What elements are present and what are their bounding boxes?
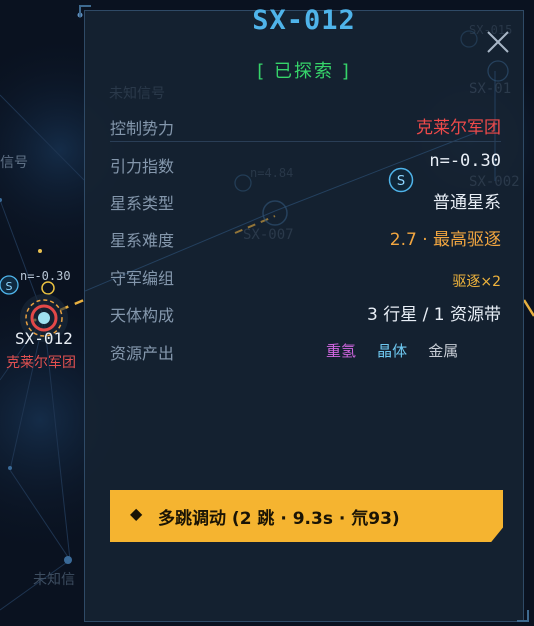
explored-status-badge: [ 已探索 ]: [257, 61, 351, 82]
faction-value: 克莱尔军团: [416, 118, 501, 138]
node-gravity-badge: n=-0.30: [20, 269, 71, 283]
info-label: 星系难度: [110, 231, 175, 250]
info-row-gravity: 引力指数 n=-0.30: [110, 151, 501, 179]
info-label: 守军编组: [110, 269, 175, 288]
diamond-icon: ◆: [130, 504, 143, 523]
resource-metal: 金属: [428, 342, 459, 360]
resource-deuterium: 重氢: [326, 342, 357, 360]
difficulty-value: 2.7 · 最高驱逐: [389, 230, 501, 250]
celestial-bodies-value: 3 行星 / 1 资源带: [367, 305, 501, 325]
station-badge-icon: S: [0, 275, 19, 295]
info-label: 资源产出: [110, 344, 175, 363]
close-icon: [487, 31, 509, 53]
system-type-value: 普通星系: [433, 193, 501, 213]
close-button[interactable]: [485, 29, 511, 55]
current-node-name[interactable]: SX-012: [15, 329, 73, 348]
info-label: 控制势力: [110, 119, 175, 138]
map-label-signal: 信号: [0, 155, 28, 171]
info-row-difficulty: 星系难度 2.7 · 最高驱逐: [110, 225, 501, 253]
info-row-system-type: 星系类型 普通星系: [110, 188, 501, 216]
resource-list: 重氢 晶体 金属: [326, 340, 458, 361]
system-title: SX-012: [252, 5, 356, 36]
multi-jump-button[interactable]: ◆ 多跳调动 (2 跳 · 9.3s · 氘93): [110, 490, 503, 542]
panel-corner-decoration: [517, 610, 529, 622]
resource-crystal: 晶体: [377, 342, 408, 360]
info-row-garrison: 守军编组 驱逐×2: [110, 263, 501, 291]
info-label: 引力指数: [110, 157, 175, 176]
garrison-value: 驱逐×2: [452, 274, 501, 290]
info-row-bodies: 天体构成 3 行星 / 1 资源带: [110, 300, 501, 328]
info-label: 天体构成: [110, 306, 175, 325]
current-node-owner: 克莱尔军团: [6, 355, 76, 371]
info-row-resources: 资源产出 重氢 晶体 金属: [110, 338, 501, 366]
multi-jump-label: 多跳调动 (2 跳 · 9.3s · 氘93): [158, 509, 400, 529]
gravity-value: n=-0.30: [429, 151, 501, 171]
map-label-unknown-signal: 未知信: [33, 572, 75, 588]
info-row-faction: 控制势力 克莱尔军团: [110, 113, 501, 142]
info-label: 星系类型: [110, 194, 175, 213]
svg-text:S: S: [6, 280, 13, 293]
system-info-panel: 未知信号 SX-01 SX-015 SX-002 SX-007 n=4.84 S…: [79, 5, 529, 622]
